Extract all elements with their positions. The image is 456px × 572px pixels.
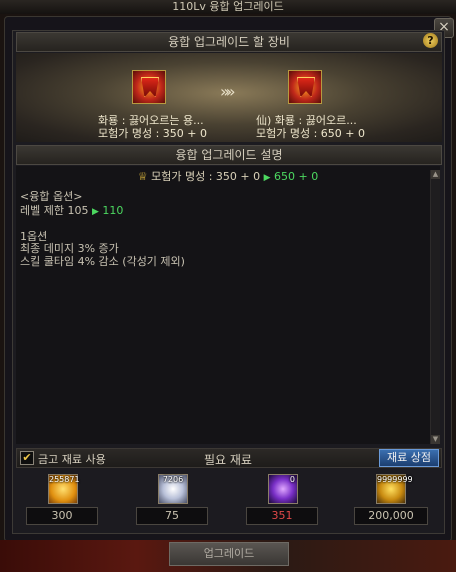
upgrade-button[interactable]: 업그레이드: [169, 542, 289, 566]
source-equip-slot[interactable]: [132, 70, 166, 104]
level-arrow-icon: ▶: [91, 207, 99, 217]
desc-scrollbar[interactable]: ▲ ▼: [430, 170, 440, 444]
upgrade-arrow-icon: »»: [220, 82, 235, 101]
desc-section-header: 융합 업그레이드 설명: [16, 145, 442, 165]
scroll-up-icon[interactable]: ▲: [431, 170, 440, 179]
fame-medal-icon: ♕: [137, 170, 148, 183]
material-shop-button[interactable]: 재료 상점: [379, 449, 439, 467]
level-limit-after: 110: [102, 204, 124, 217]
option-line-2: 스킬 쿨타임 4% 감소 (각성기 제외): [20, 255, 185, 268]
window-title: 110Lv 융합 업그레이드: [0, 0, 456, 14]
material-stock: 7206: [162, 475, 184, 484]
fame-change: ♕ 모험가 명성 : 350 + 0 ▶ 650 + 0: [0, 168, 456, 184]
material-stock: 255871: [49, 475, 80, 484]
scroll-down-icon[interactable]: ▼: [431, 435, 440, 444]
level-limit: 레벨 제한 105 ▶ 110: [20, 202, 123, 218]
fame-after: 650 + 0: [274, 170, 319, 183]
purple-orb-icon[interactable]: 0: [268, 474, 298, 504]
fame-arrow-icon: ▶: [263, 173, 271, 183]
source-item-fame: 모험가 명성 : 350 + 0: [98, 127, 207, 140]
material-required-1: 300: [26, 507, 98, 525]
gold-coins-icon[interactable]: 9999999: [376, 474, 413, 504]
gem-crystal-icon[interactable]: 255871: [48, 474, 80, 504]
target-equip-slot[interactable]: [288, 70, 322, 104]
material-required-4: 200,000: [354, 507, 428, 525]
material-stock: 9999999: [377, 475, 413, 484]
level-limit-before: 레벨 제한 105: [20, 204, 89, 217]
equip-section-header: 융합 업그레이드 할 장비: [16, 32, 442, 52]
target-item-fame: 모험가 명성 : 650 + 0: [256, 127, 365, 140]
white-orb-icon[interactable]: 7206: [158, 474, 188, 504]
material-required-3: 351: [246, 507, 318, 525]
material-required-2: 75: [136, 507, 208, 525]
material-stock: 0: [289, 475, 295, 484]
help-icon[interactable]: ?: [423, 33, 438, 48]
fame-before: 모험가 명성 : 350 + 0: [151, 170, 261, 183]
